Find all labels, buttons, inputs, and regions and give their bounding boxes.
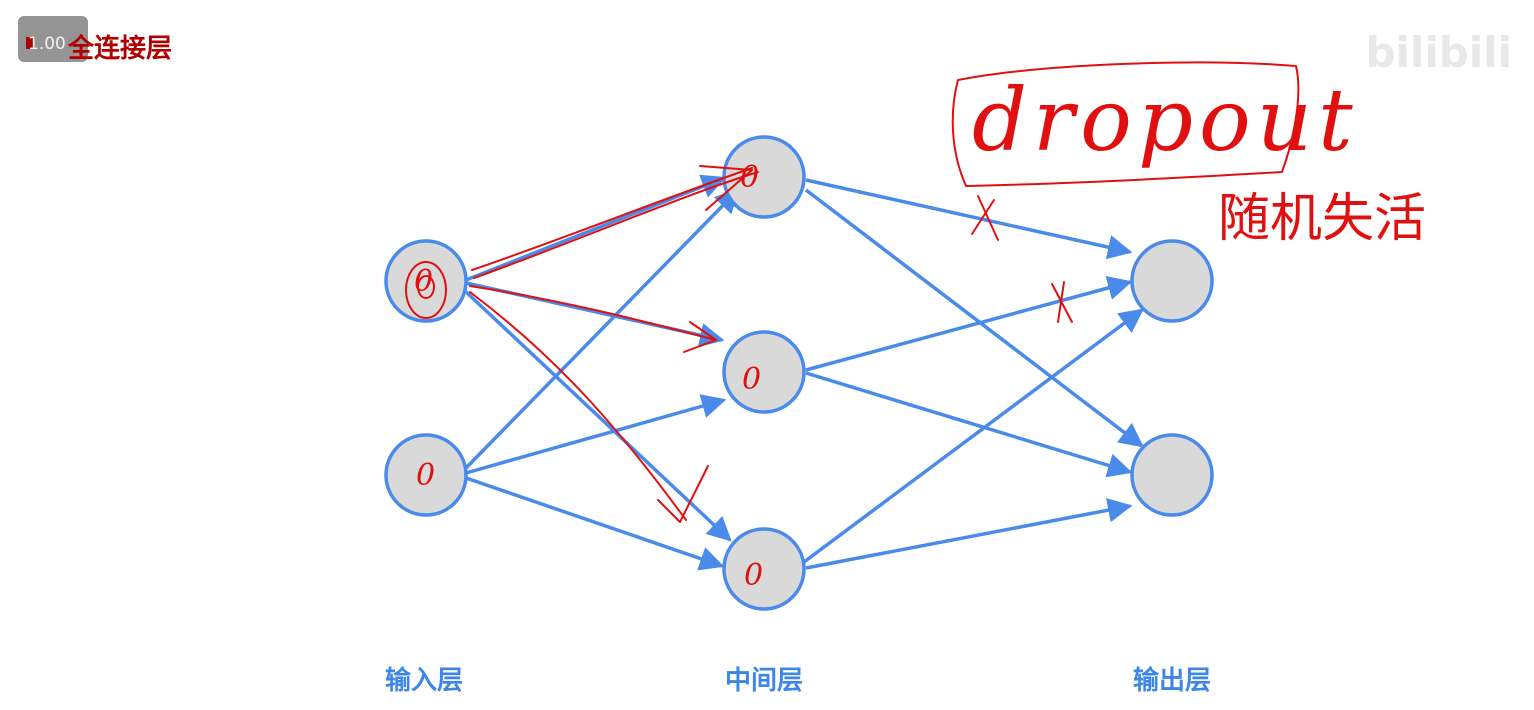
hidden-node-2-mark: 0: [742, 362, 762, 397]
node-hidden-1: [722, 135, 806, 219]
edge-i2-h3: [465, 476, 725, 571]
edge-h3-o2: [805, 498, 1133, 570]
hidden-layer-label: 中间层: [724, 666, 803, 696]
hidden-node-3-mark: 0: [744, 558, 764, 593]
output-layer-label: 输出层: [1132, 666, 1211, 696]
random-deactivate-annotation: 随机失活: [1218, 189, 1427, 249]
input-layer-label: 输入层: [384, 666, 463, 696]
nodes: [384, 135, 1214, 611]
node-hidden-3: [722, 527, 806, 611]
dropout-annotation: dropout: [972, 71, 1359, 171]
edge-i1-h1: [465, 174, 727, 282]
edges-input-to-hidden: [462, 174, 740, 571]
node-hidden-2: [722, 330, 806, 414]
slide-stage: 1.00 全连接层 bilibili 0 0 0 0 0 dropout 随机失…: [0, 0, 1534, 710]
hidden-node-1-mark: 0: [740, 160, 760, 195]
node-output-1: [1130, 239, 1214, 323]
red-arrow-to-h1-b: [473, 171, 759, 279]
edge-h1-o1: [805, 178, 1133, 260]
red-arrowhead-h2: [683, 321, 717, 353]
edge-h2-o2: [805, 371, 1133, 478]
edge-h3-o1: [802, 308, 1144, 564]
input-node-2-mark: 0: [416, 458, 436, 493]
edge-h1-o2: [804, 188, 1144, 448]
edges-hidden-to-output: [802, 178, 1144, 570]
node-output-2: [1130, 433, 1214, 517]
input-node-1-mark: 0: [414, 264, 434, 299]
